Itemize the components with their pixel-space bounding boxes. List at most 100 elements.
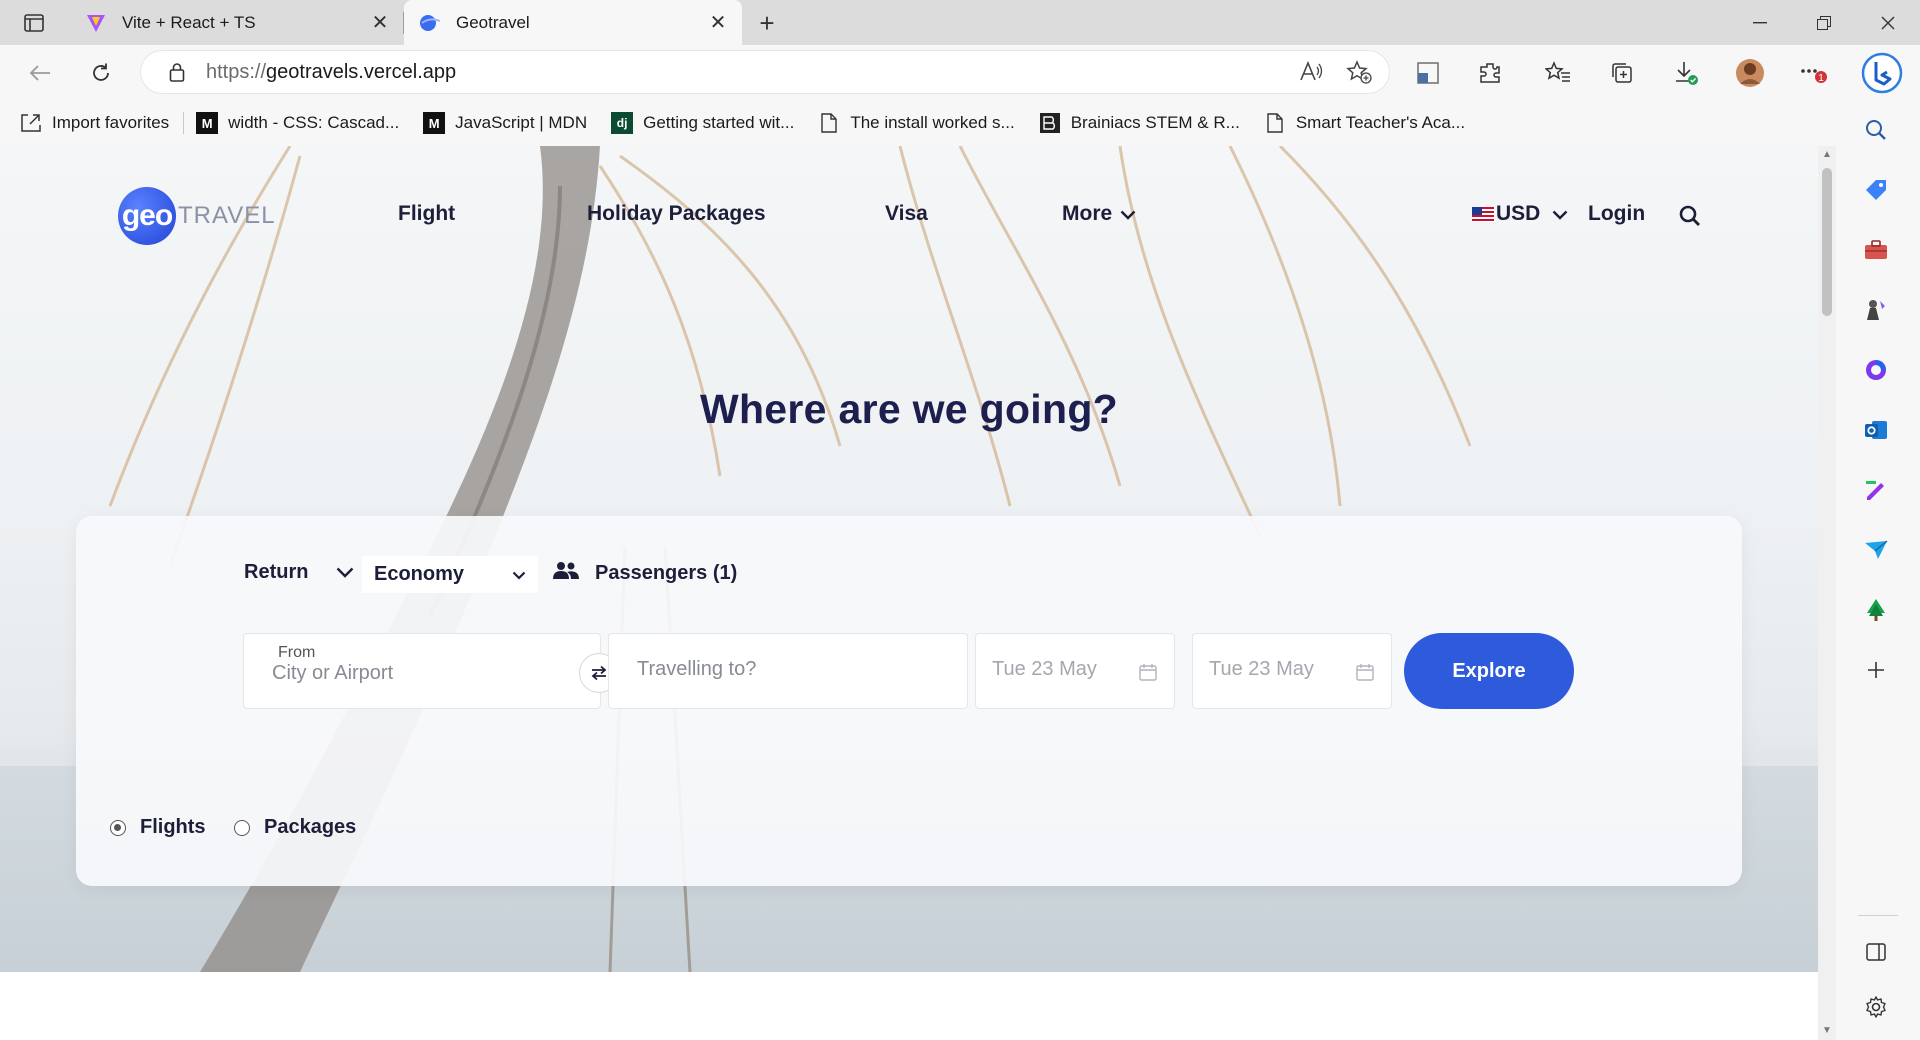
to-input[interactable]: Travelling to? <box>637 658 756 681</box>
minimize-icon[interactable] <box>1728 0 1792 45</box>
tree-icon[interactable] <box>1856 590 1896 630</box>
settings-gear-icon[interactable] <box>1856 987 1896 1027</box>
bookmark-mdn-javascript[interactable]: M JavaScript | MDN <box>423 112 587 134</box>
people-icon <box>553 561 579 585</box>
logo-wordmark: TRAVEL <box>178 202 276 229</box>
from-input[interactable]: City or Airport <box>272 662 393 685</box>
passengers-select[interactable]: Passengers (1) <box>553 561 737 585</box>
return-date-value: Tue 23 May <box>1209 658 1314 680</box>
chevron-down-icon <box>336 561 354 584</box>
return-date-field[interactable]: Tue 23 May <box>1192 633 1392 709</box>
tab-geotravel[interactable]: Geotravel ✕ <box>404 0 742 45</box>
radio-unselected-icon <box>234 819 250 836</box>
bookmark-smart-teacher[interactable]: Smart Teacher's Aca... <box>1264 112 1465 134</box>
depart-date-value: Tue 23 May <box>992 658 1097 680</box>
tools-briefcase-icon[interactable] <box>1856 230 1896 270</box>
login-link[interactable]: Login <box>1588 202 1645 226</box>
us-flag-icon <box>1472 206 1494 222</box>
favorites-icon[interactable] <box>1540 55 1576 91</box>
depart-date-field[interactable]: Tue 23 May <box>975 633 1175 709</box>
cabin-class-select[interactable]: Economy <box>362 556 538 593</box>
to-field[interactable]: Travelling to? <box>608 633 968 709</box>
split-screen-icon[interactable] <box>1410 55 1446 91</box>
games-icon[interactable] <box>1856 290 1896 330</box>
radio-selected-icon <box>110 819 126 836</box>
url-text[interactable]: https://geotravels.vercel.app <box>206 61 1294 84</box>
geotravel-logo[interactable]: geo TRAVEL <box>118 186 276 246</box>
favorites-bar: Import favorites M width - CSS: Cascad..… <box>0 100 1920 146</box>
extensions-icon[interactable] <box>1472 55 1508 91</box>
nav-visa[interactable]: Visa <box>885 202 928 226</box>
cabin-class-label: Economy <box>374 563 465 585</box>
add-favorite-star-icon[interactable] <box>1342 55 1376 89</box>
add-icon[interactable] <box>1856 650 1896 690</box>
trip-type-select[interactable]: Return <box>244 561 354 584</box>
mode-packages-radio[interactable]: Packages <box>234 816 356 839</box>
lock-icon[interactable] <box>166 61 188 83</box>
swap-arrows-icon <box>591 665 607 681</box>
close-icon[interactable]: ✕ <box>366 9 394 37</box>
tab-actions-icon[interactable] <box>19 9 49 37</box>
mode-flights-radio[interactable]: Flights <box>110 816 206 839</box>
nav-more[interactable]: More <box>1062 202 1136 226</box>
scroll-down-arrow-icon[interactable]: ▼ <box>1822 1026 1832 1036</box>
vite-icon <box>84 11 108 35</box>
scrollbar-thumb[interactable] <box>1822 168 1832 316</box>
shopping-tag-icon[interactable] <box>1856 170 1896 210</box>
designer-icon[interactable] <box>1856 470 1896 510</box>
nav-holiday-packages[interactable]: Holiday Packages <box>587 202 766 226</box>
hide-sidebar-icon[interactable] <box>1856 932 1896 972</box>
bookmark-mdn-width[interactable]: M width - CSS: Cascad... <box>196 112 399 134</box>
profile-avatar[interactable] <box>1732 55 1768 91</box>
calendar-icon[interactable] <box>1355 662 1375 682</box>
outlook-icon[interactable] <box>1856 410 1896 450</box>
mode-flights-label: Flights <box>140 816 206 838</box>
logo-globe-icon: geo <box>118 187 176 245</box>
search-icon[interactable] <box>1678 204 1704 230</box>
microsoft-365-icon[interactable] <box>1856 350 1896 390</box>
bookmark-import-favorites[interactable]: Import favorites <box>20 112 169 134</box>
close-icon[interactable]: ✕ <box>704 9 732 37</box>
downloads-icon[interactable] <box>1668 55 1704 91</box>
bookmark-brainiacs[interactable]: Brainiacs STEM & R... <box>1039 112 1240 134</box>
from-field[interactable]: From City or Airport <box>243 633 601 709</box>
restore-icon[interactable] <box>1792 0 1856 45</box>
geotravel-favicon-icon <box>418 11 442 35</box>
tab-bar: Vite + React + TS ✕ Geotravel ✕ + <box>0 0 1920 45</box>
back-arrow-icon[interactable] <box>24 57 56 89</box>
bookmark-divider <box>183 112 185 134</box>
chevron-down-icon <box>1120 202 1136 226</box>
explore-button[interactable]: Explore <box>1404 633 1574 709</box>
nav-flight[interactable]: Flight <box>398 202 455 226</box>
new-tab-button[interactable]: + <box>752 8 782 38</box>
mode-packages-label: Packages <box>264 816 357 838</box>
send-icon[interactable] <box>1856 530 1896 570</box>
page-viewport: geo TRAVEL Flight Holiday Packages Visa … <box>0 146 1836 1040</box>
search-icon[interactable] <box>1856 110 1896 150</box>
close-window-icon[interactable] <box>1856 0 1920 45</box>
passengers-label: Passengers (1) <box>595 561 738 584</box>
hero-title: Where are we going? <box>699 386 1119 432</box>
notification-badge-count: 1 <box>1818 73 1824 84</box>
more-options-icon[interactable]: 1 <box>1796 55 1832 91</box>
page-scrollbar[interactable]: ▲ ▼ <box>1818 146 1836 1040</box>
read-aloud-icon[interactable] <box>1294 55 1328 89</box>
scroll-up-arrow-icon[interactable]: ▲ <box>1822 150 1832 160</box>
page-icon <box>1264 112 1286 134</box>
address-bar[interactable]: https://geotravels.vercel.app <box>140 50 1390 94</box>
bookmark-django[interactable]: dj Getting started wit... <box>611 112 794 134</box>
tab-title: Vite + React + TS <box>122 12 256 32</box>
collections-icon[interactable] <box>1604 55 1640 91</box>
bookmark-install-worked[interactable]: The install worked s... <box>818 112 1015 134</box>
from-label: From <box>278 644 316 661</box>
edge-sidebar <box>1836 100 1920 1040</box>
currency-selector[interactable]: USD <box>1472 202 1568 226</box>
refresh-icon[interactable] <box>85 57 117 89</box>
nav-more-label: More <box>1062 202 1113 225</box>
bing-copilot-icon[interactable] <box>1860 51 1904 95</box>
mdn-icon: M <box>196 112 219 134</box>
import-icon <box>20 112 42 134</box>
trip-type-label: Return <box>244 561 309 583</box>
calendar-icon[interactable] <box>1138 662 1158 682</box>
tab-vite[interactable]: Vite + React + TS ✕ <box>70 0 404 45</box>
